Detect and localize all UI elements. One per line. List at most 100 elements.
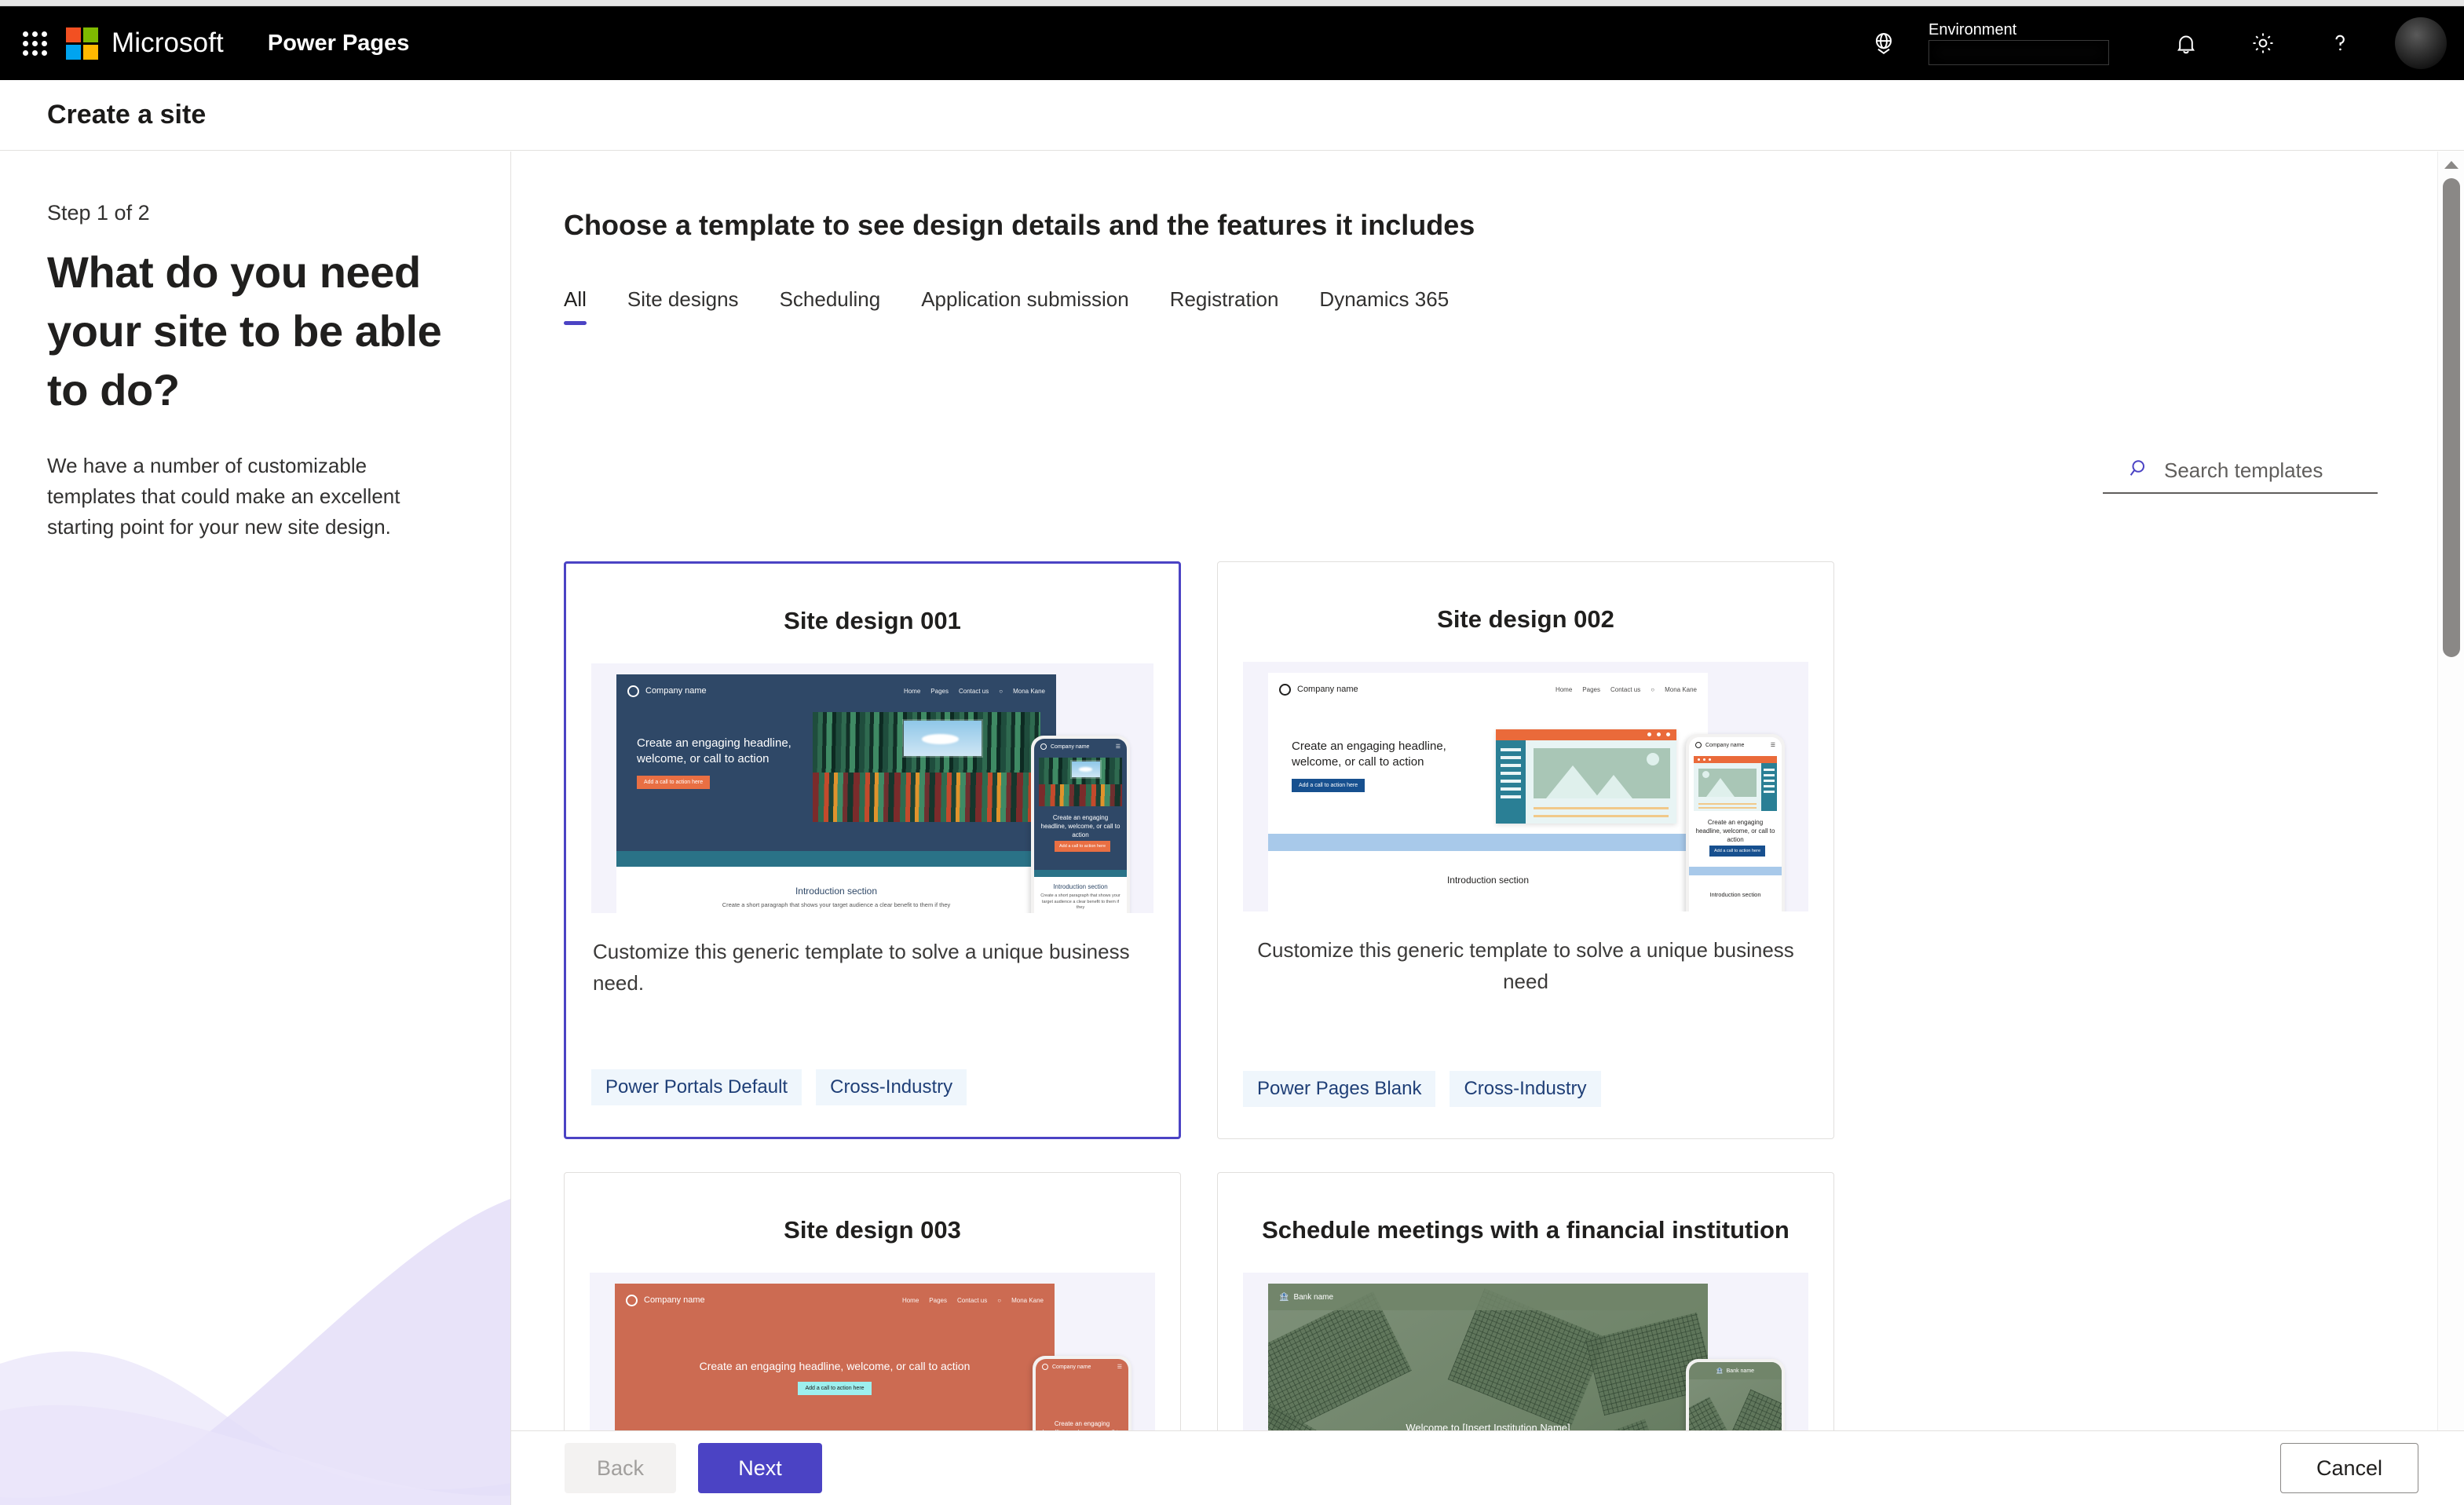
environment-label: Environment bbox=[1928, 21, 2017, 38]
vertical-scrollbar[interactable] bbox=[2437, 152, 2464, 1430]
scrollbar-thumb[interactable] bbox=[2443, 178, 2460, 657]
mini-phone-frame: Company name ☰ Create an engaging headli… bbox=[1686, 734, 1785, 911]
header-actions: Environment bbox=[1866, 6, 2464, 80]
category-tabs: All Site designs Scheduling Application … bbox=[564, 287, 2426, 325]
search-templates-input[interactable]: Search templates bbox=[2103, 448, 2378, 494]
template-thumbnail: Company name Home Pages Contact us ○ Mon… bbox=[590, 1273, 1155, 1430]
decorative-wave-graphic bbox=[0, 1199, 510, 1505]
mini-cta-button: Add a call to action here bbox=[798, 1381, 872, 1395]
tab-registration[interactable]: Registration bbox=[1150, 287, 1300, 325]
template-card-site-design-003[interactable]: Site design 003 Company name Home Pages … bbox=[564, 1172, 1181, 1430]
mini-nav: Company name Home Pages Contact us ○ Mon… bbox=[616, 674, 1056, 707]
tab-dynamics-365[interactable]: Dynamics 365 bbox=[1299, 287, 1469, 325]
mini-nav-contact: Contact us bbox=[958, 687, 989, 695]
mini-nav-search-icon: ○ bbox=[1651, 685, 1655, 693]
tag-power-portals-default[interactable]: Power Portals Default bbox=[591, 1069, 802, 1105]
mini-phone-intro-title: Introduction section bbox=[1709, 891, 1761, 898]
tag-cross-industry[interactable]: Cross-Industry bbox=[816, 1069, 967, 1105]
mini-nav-home: Home bbox=[903, 687, 921, 695]
wizard-description: We have a number of customizable templat… bbox=[47, 454, 400, 539]
step-indicator: Step 1 of 2 bbox=[47, 201, 150, 225]
template-title: Site design 003 bbox=[784, 1216, 961, 1244]
next-button[interactable]: Next bbox=[698, 1443, 823, 1493]
mini-site-preview: Company name Home Pages Contact us ○ Mon… bbox=[616, 674, 1153, 913]
app-launcher-icon[interactable] bbox=[17, 26, 52, 60]
mini-phone-headline: Create an engaging headline, welcome, or… bbox=[1695, 819, 1775, 843]
window-top-strip bbox=[0, 0, 2464, 6]
mini-intro-title: Introduction section bbox=[1446, 875, 1530, 886]
mini-cta-button: Add a call to action here bbox=[637, 775, 711, 789]
mini-intro-text: Create a short paragraph that shows your… bbox=[722, 901, 951, 908]
scroll-up-arrow-icon[interactable] bbox=[2444, 161, 2459, 169]
mini-cta-button: Add a call to action here bbox=[1292, 778, 1365, 792]
template-thumbnail: Company name Home Pages Contact us ○ Mon… bbox=[1243, 662, 1808, 911]
mini-nav-pages: Pages bbox=[1582, 685, 1600, 693]
mini-nav: Company name Home Pages Contact us ○ Mon… bbox=[1268, 673, 1708, 706]
mini-desktop-frame: Company name Home Pages Contact us ○ Mon… bbox=[615, 1284, 1055, 1430]
global-header: Microsoft Power Pages Environment bbox=[0, 6, 2464, 80]
template-description: Customize this generic template to solve… bbox=[593, 940, 1130, 995]
mini-nav-contact: Contact us bbox=[1610, 685, 1641, 693]
environment-picker[interactable]: Environment bbox=[1928, 21, 2109, 65]
template-title: Schedule meetings with a financial insti… bbox=[1262, 1216, 1790, 1244]
globe-icon[interactable] bbox=[1866, 25, 1902, 61]
page-title-bar: Create a site bbox=[0, 80, 2464, 151]
mini-desktop-frame: 🏦 Bank name Welcome to [Insert Instituti… bbox=[1268, 1284, 1708, 1430]
microsoft-wordmark: Microsoft bbox=[112, 27, 224, 58]
mini-phone-headline: Create an engaging headline, welcome, or… bbox=[1043, 1420, 1122, 1430]
environment-value[interactable] bbox=[1928, 40, 2109, 65]
search-icon bbox=[2128, 457, 2151, 484]
mini-phone-brand: Company name bbox=[1051, 743, 1090, 750]
mini-nav-search-icon: ○ bbox=[997, 1296, 1002, 1304]
mini-desktop-frame: Company name Home Pages Contact us ○ Mon… bbox=[616, 674, 1056, 913]
template-browser: Choose a template to see design details … bbox=[511, 152, 2426, 1430]
back-button[interactable]: Back bbox=[565, 1443, 677, 1493]
mini-phone-intro-title: Introduction section bbox=[1053, 883, 1108, 890]
account-avatar[interactable] bbox=[2395, 17, 2447, 69]
main-heading: Choose a template to see design details … bbox=[564, 209, 1475, 241]
search-placeholder: Search templates bbox=[2164, 458, 2323, 482]
wizard-question: What do you need your site to be able to… bbox=[47, 247, 442, 415]
mini-site-preview: Company name Home Pages Contact us ○ Mon… bbox=[615, 1284, 1155, 1430]
tab-all[interactable]: All bbox=[564, 287, 607, 325]
template-grid: Site design 001 Company name Home Pages … bbox=[564, 561, 1836, 1430]
mini-nav-pages: Pages bbox=[929, 1296, 947, 1304]
notification-bell-icon[interactable] bbox=[2164, 21, 2208, 65]
settings-gear-icon[interactable] bbox=[2241, 21, 2285, 65]
mini-nav-search-icon: ○ bbox=[999, 687, 1004, 695]
mini-intro-title: Introduction section bbox=[795, 886, 878, 897]
mini-brand: Company name bbox=[644, 1295, 705, 1305]
mini-site-preview: 🏦 Bank name Welcome to [Insert Instituti… bbox=[1268, 1284, 1808, 1430]
template-card-schedule-meetings-financial-institution[interactable]: Schedule meetings with a financial insti… bbox=[1217, 1172, 1834, 1430]
microsoft-logo-icon bbox=[66, 27, 98, 60]
mini-nav: Company name Home Pages Contact us ○ Mon… bbox=[615, 1284, 1055, 1317]
tab-application-submission[interactable]: Application submission bbox=[901, 287, 1149, 325]
tag-power-pages-blank[interactable]: Power Pages Blank bbox=[1243, 1071, 1436, 1107]
template-thumbnail: Company name Home Pages Contact us ○ Mon… bbox=[591, 663, 1153, 913]
tag-cross-industry[interactable]: Cross-Industry bbox=[1450, 1071, 1601, 1107]
mini-phone-brand: Bank name bbox=[1726, 1368, 1755, 1374]
tab-scheduling[interactable]: Scheduling bbox=[759, 287, 901, 325]
mini-nav-home: Home bbox=[901, 1296, 919, 1304]
mini-nav-pages: Pages bbox=[930, 687, 949, 695]
template-card-site-design-001[interactable]: Site design 001 Company name Home Pages … bbox=[564, 561, 1181, 1139]
template-description: Customize this generic template to solve… bbox=[1257, 938, 1794, 993]
template-title: Site design 002 bbox=[1437, 605, 1614, 633]
mini-brand: Company name bbox=[1297, 685, 1358, 694]
help-question-icon[interactable] bbox=[2318, 21, 2362, 65]
mini-headline: Welcome to [Insert Institution Name] bbox=[1406, 1422, 1570, 1430]
template-tags: Power Portals Default Cross-Industry bbox=[566, 1069, 1179, 1137]
template-tags: Power Pages Blank Cross-Industry bbox=[1218, 1071, 1833, 1138]
cancel-button[interactable]: Cancel bbox=[2280, 1443, 2418, 1493]
mini-headline: Create an engaging headline, welcome, or… bbox=[637, 736, 791, 766]
mini-phone-cta: Add a call to action here bbox=[1709, 846, 1766, 857]
tab-site-designs[interactable]: Site designs bbox=[607, 287, 759, 325]
mini-phone-cta: Add a call to action here bbox=[1055, 841, 1111, 852]
page-title: Create a site bbox=[47, 100, 207, 130]
mini-phone-frame: Company name ☰ Create an engaging headli… bbox=[1033, 1356, 1131, 1430]
mini-nav-user: Mona Kane bbox=[1013, 687, 1045, 695]
mini-nav-user: Mona Kane bbox=[1011, 1296, 1044, 1304]
template-card-site-design-002[interactable]: Site design 002 Company name Home Pages … bbox=[1217, 561, 1834, 1139]
wizard-footer: Back Next Cancel bbox=[511, 1430, 2464, 1505]
app-title[interactable]: Power Pages bbox=[268, 31, 410, 57]
